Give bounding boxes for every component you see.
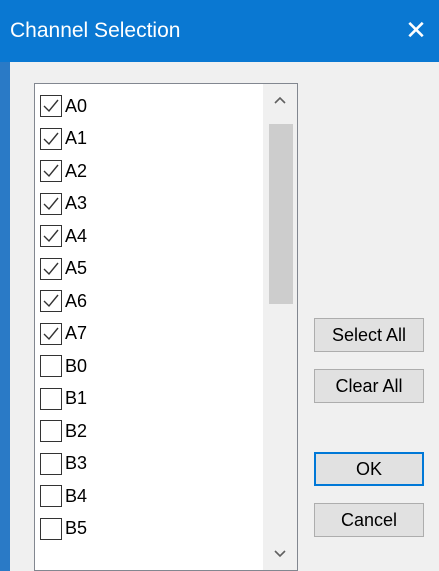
close-icon: ✕ <box>405 16 427 46</box>
close-button[interactable]: ✕ <box>393 0 439 62</box>
title-bar[interactable]: Channel Selection ✕ <box>0 0 439 62</box>
channel-listbox[interactable]: A0 A1 A2 A3 A4 A5 A6 A7 B0 B1 B2 B3 B4 B5 <box>34 83 298 571</box>
channel-checkbox[interactable] <box>40 127 62 150</box>
channel-item[interactable]: B5 <box>40 513 87 545</box>
channel-item[interactable]: B2 <box>40 415 87 447</box>
scroll-down-button[interactable] <box>263 538 297 570</box>
channel-checkbox[interactable] <box>40 420 62 442</box>
channel-checkbox[interactable] <box>40 160 62 182</box>
channel-item[interactable]: A0 <box>40 90 87 122</box>
chevron-up-icon <box>274 96 286 104</box>
channel-label: B2 <box>65 420 88 441</box>
chevron-down-icon <box>274 550 286 558</box>
channel-checkbox[interactable] <box>40 485 62 507</box>
channel-checkbox[interactable] <box>40 355 62 377</box>
scroll-thumb[interactable] <box>269 124 293 304</box>
checkmark-icon <box>43 132 59 145</box>
channel-label: B5 <box>65 518 88 538</box>
channel-checkbox[interactable] <box>40 452 62 475</box>
channel-list: A0 A1 A2 A3 A4 A5 A6 A7 B0 B1 B2 B3 B4 B5 <box>35 84 280 570</box>
checkmark-icon <box>43 164 59 178</box>
channel-label: B4 <box>65 485 88 506</box>
channel-checkbox[interactable] <box>40 517 62 540</box>
channel-label: A6 <box>65 290 88 311</box>
channel-item[interactable]: A2 <box>40 155 87 187</box>
channel-label: A4 <box>65 225 88 246</box>
clear-all-button[interactable]: Clear All <box>314 369 424 403</box>
checkmark-icon <box>43 229 59 243</box>
channel-item[interactable]: A6 <box>40 285 87 317</box>
dialog-title: Channel Selection <box>10 19 181 42</box>
dialog-body: A0 A1 A2 A3 A4 A5 A6 A7 B0 B1 B2 B3 B4 B5 Select All … <box>10 62 439 571</box>
channel-checkbox[interactable] <box>40 290 62 312</box>
channel-item[interactable]: B1 <box>40 383 87 415</box>
channel-label: A3 <box>65 193 88 213</box>
channel-item[interactable]: B3 <box>40 448 87 480</box>
checkmark-icon <box>43 99 59 113</box>
vertical-scrollbar[interactable] <box>263 84 297 570</box>
channel-label: B3 <box>65 453 88 473</box>
channel-label: A0 <box>65 95 88 116</box>
dialog-window: Channel Selection ✕ A0 A1 A2 A3 A4 A5 A6 A7 B0 B1… <box>0 0 439 571</box>
ok-button[interactable]: OK <box>314 452 424 486</box>
channel-label: A1 <box>65 128 88 148</box>
scroll-up-button[interactable] <box>263 84 297 116</box>
channel-label: B0 <box>65 355 88 376</box>
channel-label: B1 <box>65 388 88 408</box>
channel-item[interactable]: A3 <box>40 188 87 220</box>
select-all-button[interactable]: Select All <box>314 318 424 352</box>
channel-checkbox[interactable] <box>40 95 62 117</box>
cancel-button[interactable]: Cancel <box>314 503 424 537</box>
checkmark-icon <box>43 262 59 275</box>
checkmark-icon <box>43 197 59 210</box>
channel-checkbox[interactable] <box>40 322 62 345</box>
channel-label: A7 <box>65 323 88 343</box>
channel-label: A5 <box>65 258 88 278</box>
channel-item[interactable]: A7 <box>40 318 87 350</box>
channel-checkbox[interactable] <box>40 387 62 410</box>
channel-checkbox[interactable] <box>40 192 62 215</box>
channel-item[interactable]: B0 <box>40 350 87 382</box>
channel-item[interactable]: B4 <box>40 480 87 512</box>
channel-checkbox[interactable] <box>40 225 62 247</box>
checkmark-icon <box>43 294 59 308</box>
channel-checkbox[interactable] <box>40 257 62 280</box>
channel-item[interactable]: A4 <box>40 220 87 252</box>
channel-item[interactable]: A1 <box>40 123 87 155</box>
checkmark-icon <box>43 327 59 340</box>
channel-label: A2 <box>65 160 88 181</box>
channel-item[interactable]: A5 <box>40 253 87 285</box>
